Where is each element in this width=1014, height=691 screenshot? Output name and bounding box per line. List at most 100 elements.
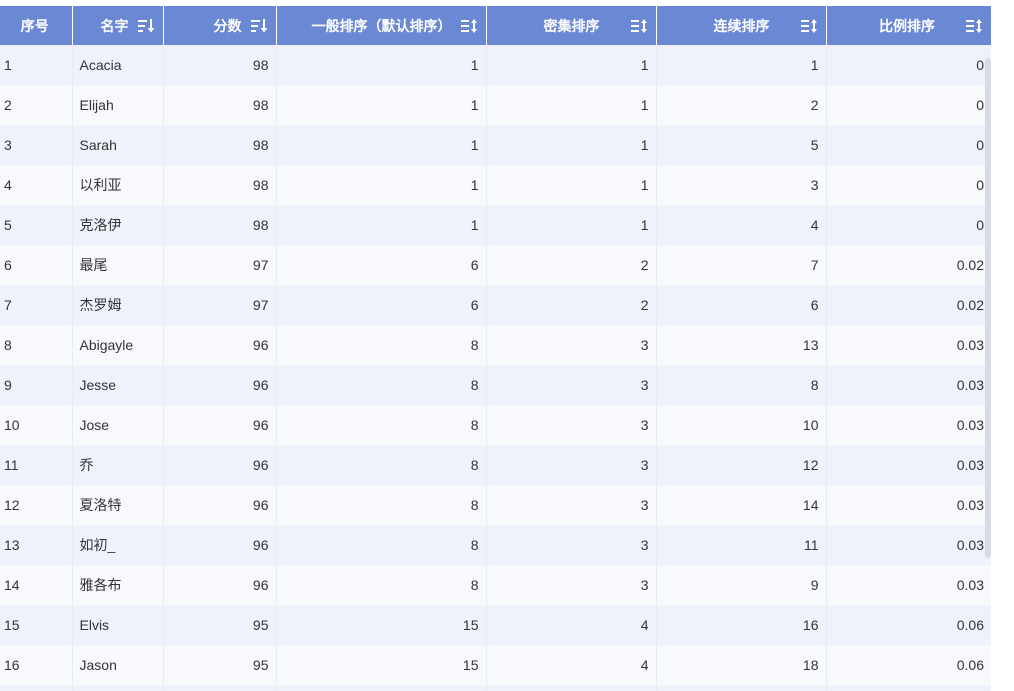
cell-score: 98 [163, 45, 277, 85]
cell-name: 雅各布 [72, 565, 164, 605]
table-row[interactable]: 11 乔 96 8 3 12 0.03 [0, 445, 991, 485]
cell-name: 克洛伊 [72, 205, 164, 245]
cell-percent-rank: 0.03 [826, 365, 991, 405]
column-header-score[interactable]: 分数 [163, 6, 277, 45]
table-row[interactable]: 6 最尾 97 6 2 7 0.02 [0, 245, 991, 285]
cell-continuous-rank: 4 [656, 205, 827, 245]
cell-percent-rank: 0.02 [826, 245, 991, 285]
cell-index: 6 [0, 245, 73, 285]
column-header-label: 连续排序 [713, 17, 770, 34]
cell-continuous-rank: 14 [656, 485, 827, 525]
cell-score: 96 [163, 485, 277, 525]
cell-general-rank: 8 [276, 565, 487, 605]
cell-name: Jose [72, 405, 164, 445]
table-row[interactable]: 13 如初_ 96 8 3 11 0.03 [0, 525, 991, 565]
table-row[interactable]: 14 雅各布 96 8 3 9 0.03 [0, 565, 991, 605]
sort-desc-icon[interactable] [137, 18, 155, 34]
cell-dense-rank: 3 [486, 525, 657, 565]
table-row[interactable]: 9 Jesse 96 8 3 8 0.03 [0, 365, 991, 405]
table-row[interactable]: 5 克洛伊 98 1 1 4 0 [0, 205, 991, 245]
cell-name: 杰罗姆 [72, 285, 164, 325]
column-header-index: 序号 [0, 6, 73, 45]
cell-dense-rank: 1 [486, 85, 657, 125]
cell-score: 96 [163, 365, 277, 405]
table-row[interactable]: 1 Acacia 98 1 1 1 0 [0, 45, 991, 85]
cell-score: 96 [163, 405, 277, 445]
cell-index: 15 [0, 605, 73, 645]
cell-score: 95 [163, 605, 277, 645]
cell-dense-rank: 1 [486, 205, 657, 245]
cell-index: 17 [0, 685, 73, 691]
column-header-percent-rank[interactable]: 比例排序 [826, 6, 991, 45]
sort-both-icon[interactable] [460, 18, 478, 34]
table-row[interactable]: 10 Jose 96 8 3 10 0.03 [0, 405, 991, 445]
cell-general-rank: 8 [276, 485, 487, 525]
sort-both-icon[interactable] [965, 18, 983, 34]
table-row[interactable]: 15 Elvis 95 15 4 16 0.06 [0, 605, 991, 645]
data-table-container: 序号 名字 分数 一般排序（默认排序） 密集排序 连续排序 比例排序 1 Aca… [0, 6, 991, 691]
cell-general-rank: 6 [276, 245, 487, 285]
cell-index: 14 [0, 565, 73, 605]
column-header-dense-rank[interactable]: 密集排序 [486, 6, 657, 45]
cell-score [163, 685, 277, 691]
cell-continuous-rank: 6 [656, 285, 827, 325]
cell-general-rank: 1 [276, 205, 487, 245]
ranking-table: 序号 名字 分数 一般排序（默认排序） 密集排序 连续排序 比例排序 1 Aca… [0, 6, 991, 691]
sort-desc-icon[interactable] [250, 18, 268, 34]
table-row[interactable]: 4 以利亚 98 1 1 3 0 [0, 165, 991, 205]
table-row[interactable]: 12 夏洛特 96 8 3 14 0.03 [0, 485, 991, 525]
cell-continuous-rank: 13 [656, 325, 827, 365]
cell-name: 最尾 [72, 245, 164, 285]
table-row[interactable]: 17 [0, 685, 991, 691]
table-row[interactable]: 7 杰罗姆 97 6 2 6 0.02 [0, 285, 991, 325]
column-header-label: 一般排序（默认排序） [311, 17, 452, 34]
column-header-name[interactable]: 名字 [72, 6, 164, 45]
cell-dense-rank: 2 [486, 245, 657, 285]
table-row[interactable]: 2 Elijah 98 1 1 2 0 [0, 85, 991, 125]
cell-name: Elvis [72, 605, 164, 645]
table-row[interactable]: 3 Sarah 98 1 1 5 0 [0, 125, 991, 165]
cell-general-rank: 1 [276, 165, 487, 205]
cell-name: Jason [72, 645, 164, 685]
cell-general-rank: 6 [276, 285, 487, 325]
cell-index: 11 [0, 445, 73, 485]
cell-score: 97 [163, 285, 277, 325]
cell-name: 如初_ [72, 525, 164, 565]
cell-index: 2 [0, 85, 73, 125]
cell-index: 9 [0, 365, 73, 405]
cell-general-rank: 1 [276, 45, 487, 85]
cell-continuous-rank: 12 [656, 445, 827, 485]
cell-name: 夏洛特 [72, 485, 164, 525]
cell-percent-rank: 0.02 [826, 285, 991, 325]
column-header-label: 序号 [20, 17, 49, 34]
cell-index: 1 [0, 45, 73, 85]
cell-index: 3 [0, 125, 73, 165]
column-header-continuous-rank[interactable]: 连续排序 [656, 6, 827, 45]
cell-continuous-rank: 7 [656, 245, 827, 285]
cell-score: 98 [163, 85, 277, 125]
cell-percent-rank: 0 [826, 85, 991, 125]
column-header-label: 分数 [213, 17, 242, 34]
cell-score: 98 [163, 205, 277, 245]
cell-percent-rank [826, 685, 991, 691]
cell-dense-rank: 3 [486, 365, 657, 405]
cell-index: 10 [0, 405, 73, 445]
cell-index: 5 [0, 205, 73, 245]
sort-both-icon[interactable] [630, 18, 648, 34]
cell-dense-rank: 4 [486, 645, 657, 685]
cell-dense-rank: 1 [486, 45, 657, 85]
table-row[interactable]: 8 Abigayle 96 8 3 13 0.03 [0, 325, 991, 365]
cell-general-rank [276, 685, 487, 691]
vertical-scrollbar[interactable] [985, 58, 991, 558]
cell-continuous-rank: 1 [656, 45, 827, 85]
column-header-label: 密集排序 [543, 17, 600, 34]
table-row[interactable]: 16 Jason 95 15 4 18 0.06 [0, 645, 991, 685]
cell-percent-rank: 0 [826, 125, 991, 165]
cell-score: 96 [163, 525, 277, 565]
cell-percent-rank: 0.06 [826, 645, 991, 685]
sort-both-icon[interactable] [800, 18, 818, 34]
cell-general-rank: 1 [276, 85, 487, 125]
column-header-general-rank[interactable]: 一般排序（默认排序） [276, 6, 487, 45]
cell-name [72, 685, 164, 691]
cell-dense-rank: 4 [486, 605, 657, 645]
